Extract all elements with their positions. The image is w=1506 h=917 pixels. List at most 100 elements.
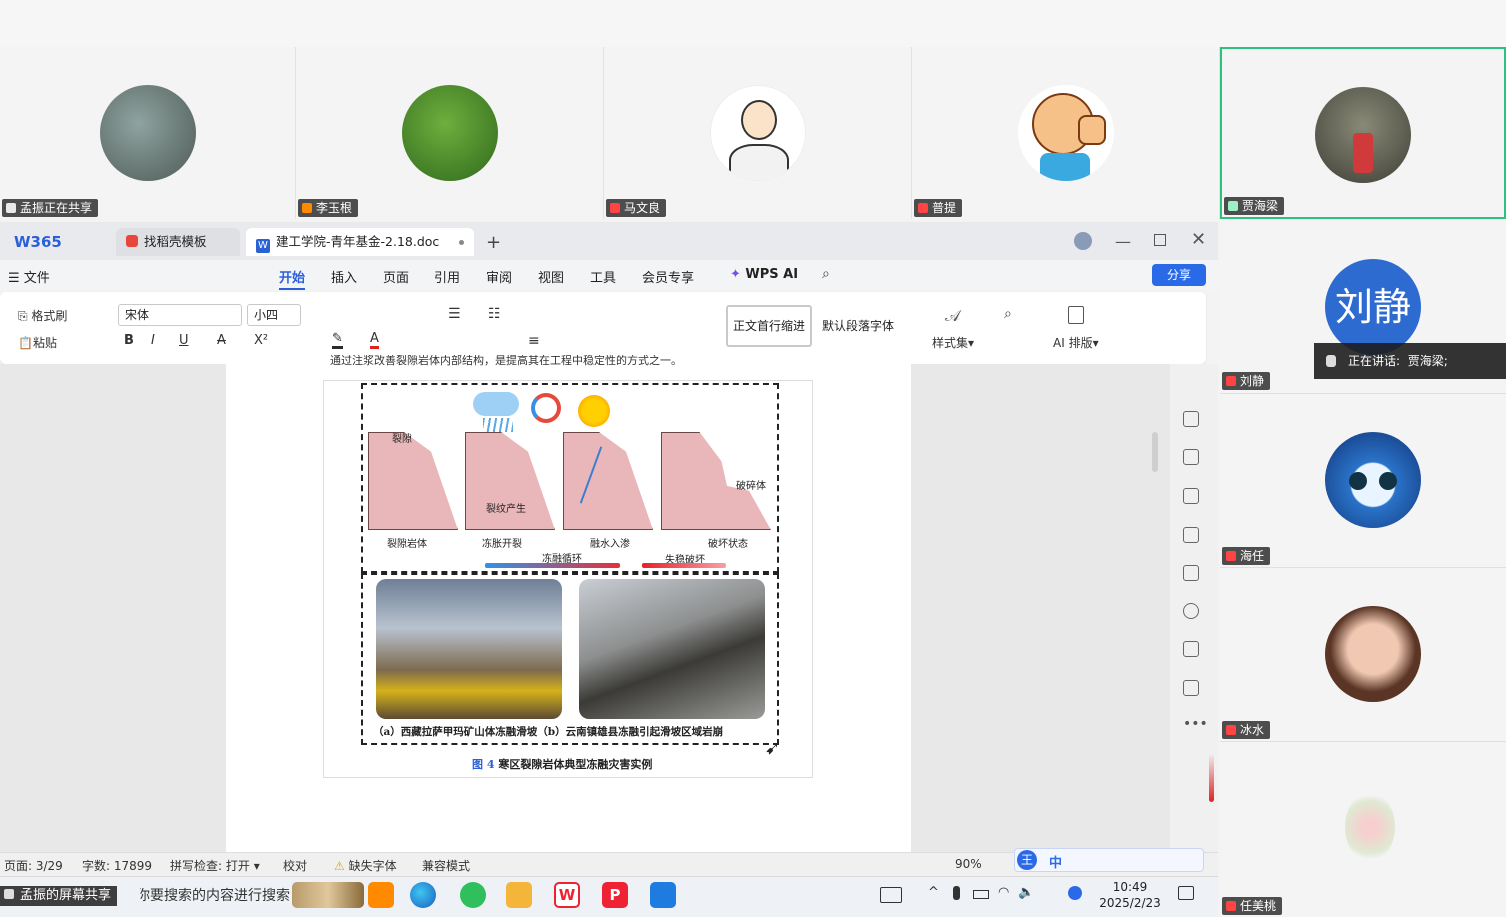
sign-icon[interactable] — [1183, 527, 1199, 543]
strikethrough-icon[interactable]: A — [217, 333, 226, 348]
find-icon[interactable]: ⌕ — [1004, 306, 1012, 322]
tab-template[interactable]: 找稻壳模板 — [116, 228, 240, 256]
participant-tile[interactable]: 普提 — [912, 47, 1220, 219]
close-icon[interactable]: ✕ — [1191, 229, 1206, 250]
ime-tray-icon[interactable] — [1068, 886, 1082, 900]
cursor-icon: ➹ — [765, 738, 781, 759]
share-button[interactable]: 分享 — [1152, 264, 1206, 286]
number-list-icon[interactable]: ☷ — [488, 306, 501, 322]
highlight-icon[interactable]: ✎ — [332, 331, 343, 349]
taskbar-search[interactable]: 在这里输入你要搜索的内容进行搜索 — [140, 884, 290, 908]
tab-start[interactable]: 开始 — [279, 267, 306, 290]
word-count[interactable]: 字数: 17899 — [82, 857, 152, 874]
style-set-button[interactable]: 样式集▾ — [932, 334, 974, 351]
taskbar-widget[interactable] — [292, 882, 364, 908]
file-explorer-icon[interactable] — [506, 882, 532, 908]
avatar — [1325, 606, 1421, 702]
participant-tile[interactable]: 孟振正在共享 — [0, 47, 296, 219]
italic-icon[interactable]: I — [151, 333, 155, 348]
tab-member[interactable]: 会员专享 — [642, 267, 694, 286]
clock-time: 10:49 — [1112, 880, 1148, 894]
participant-tile[interactable]: 冰水 — [1220, 568, 1506, 742]
tab-home[interactable]: W365 — [4, 228, 108, 256]
font-size-select[interactable]: 小四 — [247, 304, 301, 326]
tab-page[interactable]: 页面 — [383, 267, 409, 286]
restore-icon[interactable] — [1154, 234, 1166, 246]
ime-toolbar[interactable]: 王 中 — [1014, 848, 1204, 872]
vertical-scrollbar[interactable] — [1152, 432, 1158, 472]
avatar — [99, 85, 196, 181]
align-justify-icon[interactable]: ≡ — [528, 333, 540, 349]
avatar — [401, 85, 498, 181]
tab-view[interactable]: 视图 — [538, 267, 564, 286]
participant-tile[interactable]: 海任 — [1220, 394, 1506, 568]
edge-icon[interactable] — [410, 882, 436, 908]
photo-landslide-tibet — [376, 579, 562, 719]
adjust-icon[interactable] — [1183, 488, 1199, 504]
format-painter-button[interactable]: ⎘ 格式刷 — [18, 307, 67, 324]
wifi-icon[interactable]: ◠ — [998, 885, 1009, 900]
tab-reference[interactable]: 引用 — [434, 267, 460, 286]
bullet-list-icon[interactable]: ☰ — [448, 306, 461, 322]
sync-icon[interactable] — [1183, 680, 1199, 696]
missing-font-button[interactable]: ⚠ 缺失字体 — [334, 857, 397, 874]
minimize-icon[interactable]: — — [1115, 232, 1131, 251]
pen-icon[interactable] — [1183, 411, 1199, 427]
tools-icon[interactable] — [1183, 565, 1199, 581]
cycle-icon — [531, 393, 561, 423]
star-app-icon[interactable] — [368, 882, 394, 908]
file-menu[interactable]: ☰ 文件 — [8, 267, 50, 286]
tab-document[interactable]: W 建工学院-青年基金-2.18.doc — [246, 228, 474, 256]
zoom-level[interactable]: 90% — [955, 857, 982, 871]
font-name-select[interactable]: 宋体 — [118, 304, 242, 326]
mic-muted-icon — [1226, 376, 1236, 386]
clock[interactable]: 10:49 2025/2/23 — [1098, 879, 1162, 911]
browser-icon[interactable] — [460, 882, 486, 908]
meeting-app-icon[interactable] — [650, 882, 676, 908]
notification-icon[interactable] — [1178, 886, 1194, 900]
search-icon[interactable]: ⌕ — [822, 266, 830, 282]
wps-icon[interactable]: W — [554, 882, 580, 908]
screen-share-label: 孟振的屏幕共享 — [0, 886, 118, 906]
share-icon — [4, 889, 14, 899]
tab-insert[interactable]: 插入 — [331, 267, 357, 286]
template-icon — [126, 235, 138, 247]
news-icon[interactable] — [880, 887, 902, 903]
avatar — [709, 85, 806, 181]
user-avatar-icon[interactable] — [1074, 232, 1092, 250]
new-tab-icon[interactable]: + — [486, 232, 501, 253]
participant-tile-active[interactable]: 贾海梁 — [1220, 47, 1506, 219]
spell-check[interactable]: 拼写检查: 打开 ▾ — [170, 857, 260, 874]
select-icon[interactable] — [1183, 449, 1199, 465]
volume-meter — [1209, 754, 1214, 802]
participant-tile[interactable]: 任美桃 — [1220, 742, 1506, 917]
participant-tile[interactable]: 李玉根 — [296, 47, 604, 219]
tray-chevron-icon[interactable]: ^ — [928, 885, 939, 900]
bold-icon[interactable]: B — [124, 333, 134, 348]
clipboard-icon: 📋 — [18, 336, 33, 350]
tab-tools[interactable]: 工具 — [590, 267, 616, 286]
style-normal-indent[interactable]: 正文首行缩进 — [726, 305, 812, 347]
tab-review[interactable]: 审阅 — [486, 267, 512, 286]
chevron-down-icon: ▾ — [1092, 336, 1099, 350]
settings-icon[interactable] — [1183, 641, 1199, 657]
stage-label-3: 融水入渗 — [590, 539, 630, 550]
page-indicator[interactable]: 页面: 3/29 — [4, 857, 63, 874]
help-icon[interactable] — [1183, 603, 1199, 619]
more-icon[interactable]: ••• — [1183, 716, 1208, 732]
style-default-paragraph[interactable]: 默认段落字体 — [816, 305, 906, 347]
wps-ai-button[interactable]: ✦ WPS AI — [730, 267, 798, 282]
avatar — [1315, 87, 1411, 183]
battery-icon[interactable] — [973, 890, 989, 899]
participant-tile[interactable]: 马文良 — [604, 47, 912, 219]
mic-tray-icon[interactable] — [953, 886, 960, 900]
ime-lang[interactable]: 中 — [1049, 852, 1062, 871]
underline-icon[interactable]: U — [179, 333, 189, 348]
ai-layout-button[interactable]: AI 排版▾ — [1053, 334, 1099, 351]
pdf-icon[interactable]: P — [602, 882, 628, 908]
font-color-icon[interactable]: A — [370, 331, 379, 349]
paste-button[interactable]: 📋粘贴 — [18, 334, 57, 351]
superscript-icon[interactable]: X² — [254, 333, 268, 348]
proofread-button[interactable]: 校对 — [283, 857, 307, 874]
speaker-icon[interactable]: 🔈 — [1018, 885, 1034, 900]
